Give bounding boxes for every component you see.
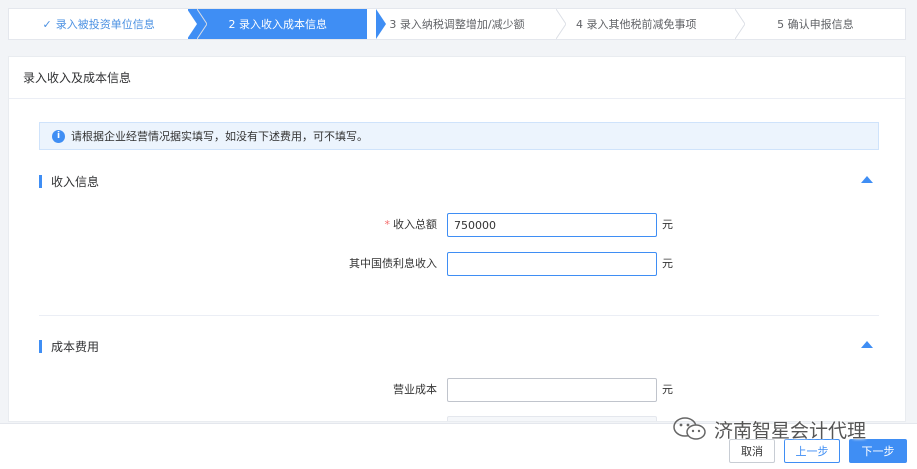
step-4-pretax-deductions[interactable]: 4 录入其他税前减免事项: [547, 9, 745, 39]
income-section-label: 收入信息: [51, 174, 100, 189]
operating-cost-unit: 元: [662, 383, 673, 396]
step-5-label: 5 确认申报信息: [777, 18, 854, 31]
step-3-label: 3 录入纳税调整增加/减少额: [389, 18, 525, 31]
treasury-interest-unit: 元: [662, 257, 673, 270]
step-2-label: 2 录入收入成本信息: [228, 18, 328, 31]
section-bar: [39, 174, 42, 188]
total-income-unit: 元: [662, 218, 673, 231]
treasury-interest-row: 其中国债利息收入 元: [9, 252, 905, 276]
operating-cost-input[interactable]: [447, 378, 657, 402]
step-1-label: 录入被投资单位信息: [55, 18, 155, 31]
cancel-button[interactable]: 取消: [729, 439, 775, 463]
checkmark-icon: ✓: [42, 17, 52, 31]
step-4-label: 4 录入其他税前减免事项: [575, 18, 697, 31]
notice-text: 请根据企业经营情况据实填写，如没有下述费用，可不填写。: [71, 130, 368, 143]
section-bar: [39, 339, 42, 353]
footer-bar: 取消 上一步 下一步: [0, 423, 917, 469]
step-progress-bar: ✓ 录入被投资单位信息 2 录入收入成本信息 3 录入纳税调整增加/减少额 4 …: [8, 8, 906, 40]
treasury-interest-label: 其中国债利息收入: [349, 257, 437, 270]
cost-section-label: 成本费用: [51, 339, 100, 354]
step-5-confirm[interactable]: 5 确认申报信息: [726, 9, 905, 39]
section-divider: [39, 315, 879, 316]
cost-section-title: 成本费用: [39, 338, 99, 354]
info-icon: i: [52, 129, 65, 143]
step-3-tax-adjustment[interactable]: 3 录入纳税调整增加/减少额: [367, 9, 566, 39]
collapse-income-icon[interactable]: [861, 176, 873, 183]
operating-cost-label: 营业成本: [393, 383, 437, 396]
total-income-label: * 收入总额: [384, 218, 438, 231]
next-cost-input[interactable]: [447, 416, 657, 421]
income-cost-form-card: 录入收入及成本信息 i 请根据企业经营情况据实填写，如没有下述费用，可不填写。 …: [8, 56, 906, 422]
card-header: 录入收入及成本信息: [9, 57, 905, 99]
collapse-cost-icon[interactable]: [861, 341, 873, 348]
card-title: 录入收入及成本信息: [23, 71, 132, 85]
next-step-button[interactable]: 下一步: [849, 439, 907, 463]
required-mark: *: [384, 218, 391, 231]
info-notice: i 请根据企业经营情况据实填写，如没有下述费用，可不填写。: [39, 122, 879, 150]
previous-step-button[interactable]: 上一步: [784, 439, 840, 463]
operating-cost-row: 营业成本 元: [9, 378, 905, 402]
total-income-input[interactable]: [447, 213, 657, 237]
step-1-investee-info[interactable]: ✓ 录入被投资单位信息: [9, 9, 208, 39]
step-2-income-cost[interactable]: 2 录入收入成本信息: [187, 9, 387, 39]
total-income-row: *收入总额 元: [9, 213, 905, 237]
treasury-interest-input[interactable]: [447, 252, 657, 276]
income-section-title: 收入信息: [39, 173, 99, 189]
next-field-row: [9, 416, 905, 421]
